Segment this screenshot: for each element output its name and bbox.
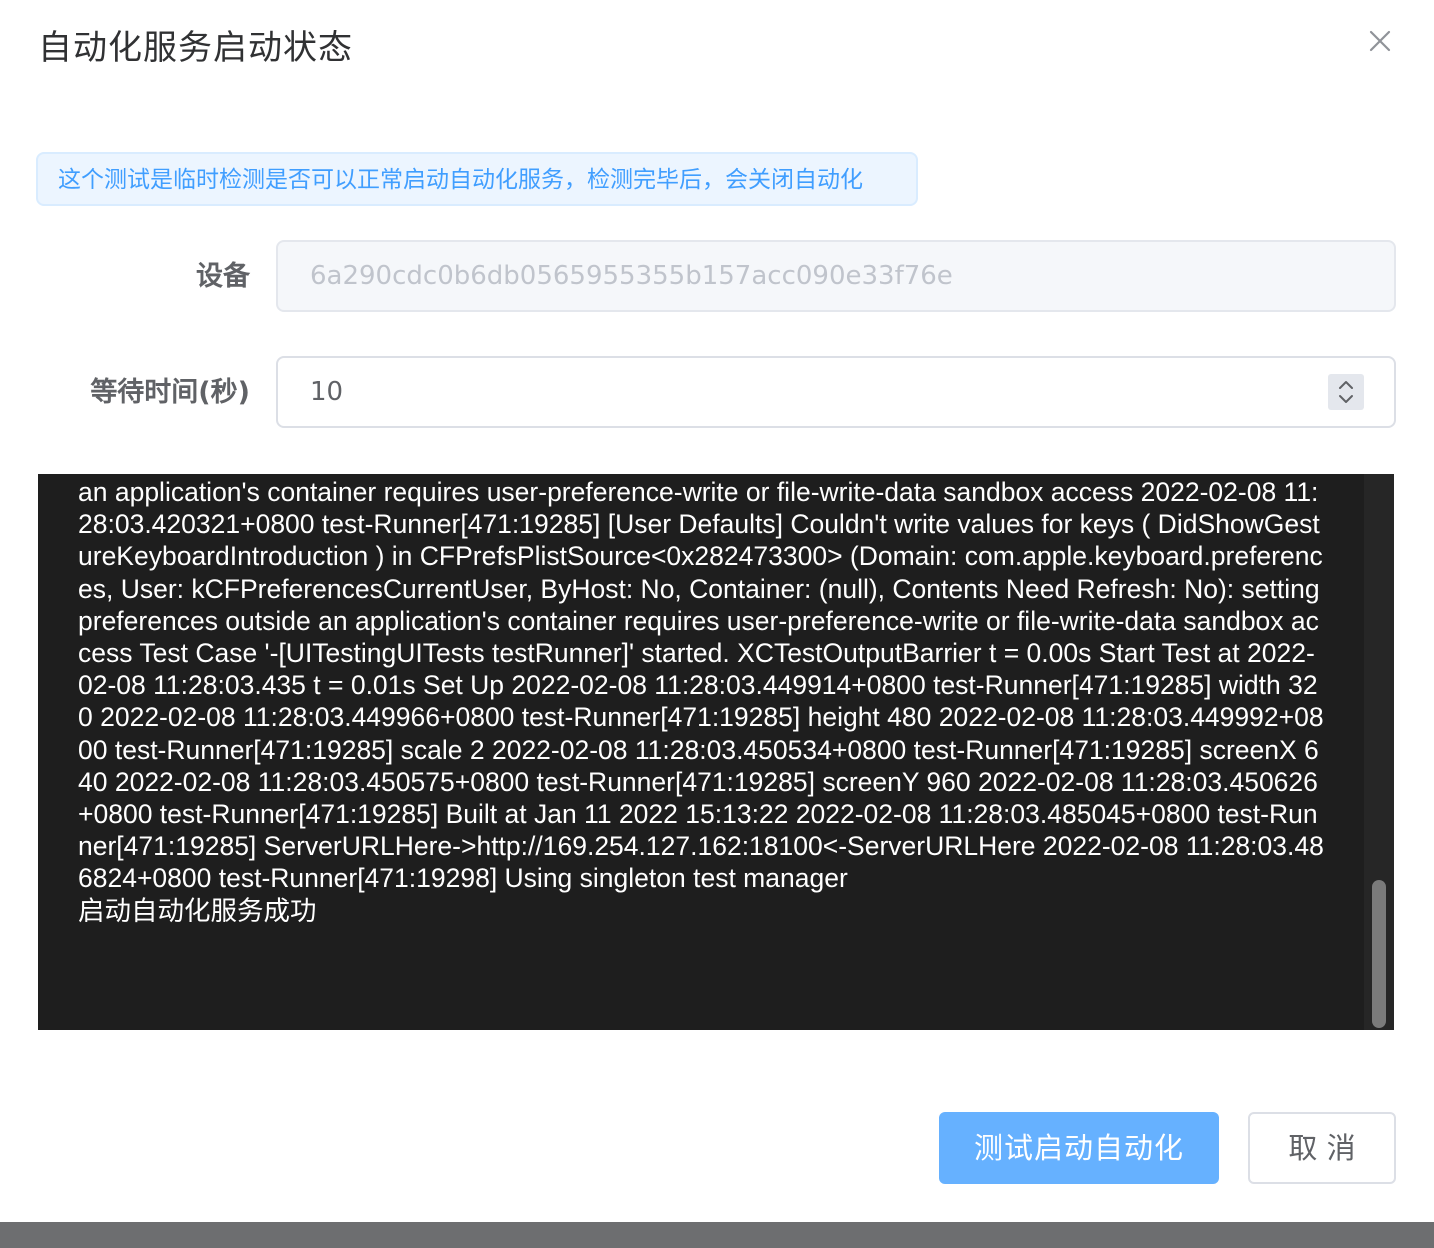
device-label: 设备 — [196, 261, 250, 292]
info-alert: 这个测试是临时检测是否可以正常启动自动化服务，检测完毕后，会关闭自动化 — [36, 152, 918, 206]
log-output: an application's container requires user… — [78, 476, 1326, 927]
alert-text: 这个测试是临时检测是否可以正常启动自动化服务，检测完毕后，会关闭自动化 — [58, 167, 863, 193]
wait-time-label: 等待时间(秒) — [90, 377, 250, 408]
dialog-title: 自动化服务启动状态 — [38, 28, 353, 68]
cancel-button[interactable]: 取 消 — [1248, 1112, 1396, 1184]
log-text: an application's container requires user… — [78, 477, 1327, 894]
close-icon — [1369, 30, 1391, 52]
test-start-button[interactable]: 测试启动自动化 — [939, 1112, 1219, 1184]
device-field: 6a290cdc0b6db0565955355b157acc090e33f76e — [276, 240, 1396, 312]
log-console[interactable]: an application's container requires user… — [38, 474, 1394, 1030]
console-scrollbar-thumb[interactable] — [1372, 880, 1386, 1028]
wait-time-input[interactable]: 10 — [276, 356, 1396, 428]
overlay-backdrop-strip — [0, 1222, 1434, 1248]
dialog: 自动化服务启动状态 这个测试是临时检测是否可以正常启动自动化服务，检测完毕后，会… — [0, 0, 1434, 1222]
stepper-up-down-icon — [1339, 381, 1353, 403]
wait-time-value[interactable]: 10 — [310, 358, 343, 426]
wait-time-stepper[interactable] — [1328, 374, 1364, 410]
device-value: 6a290cdc0b6db0565955355b157acc090e33f76e — [310, 261, 953, 291]
close-button[interactable] — [1360, 24, 1400, 60]
log-status-line: 启动自动化服务成功 — [78, 895, 317, 926]
